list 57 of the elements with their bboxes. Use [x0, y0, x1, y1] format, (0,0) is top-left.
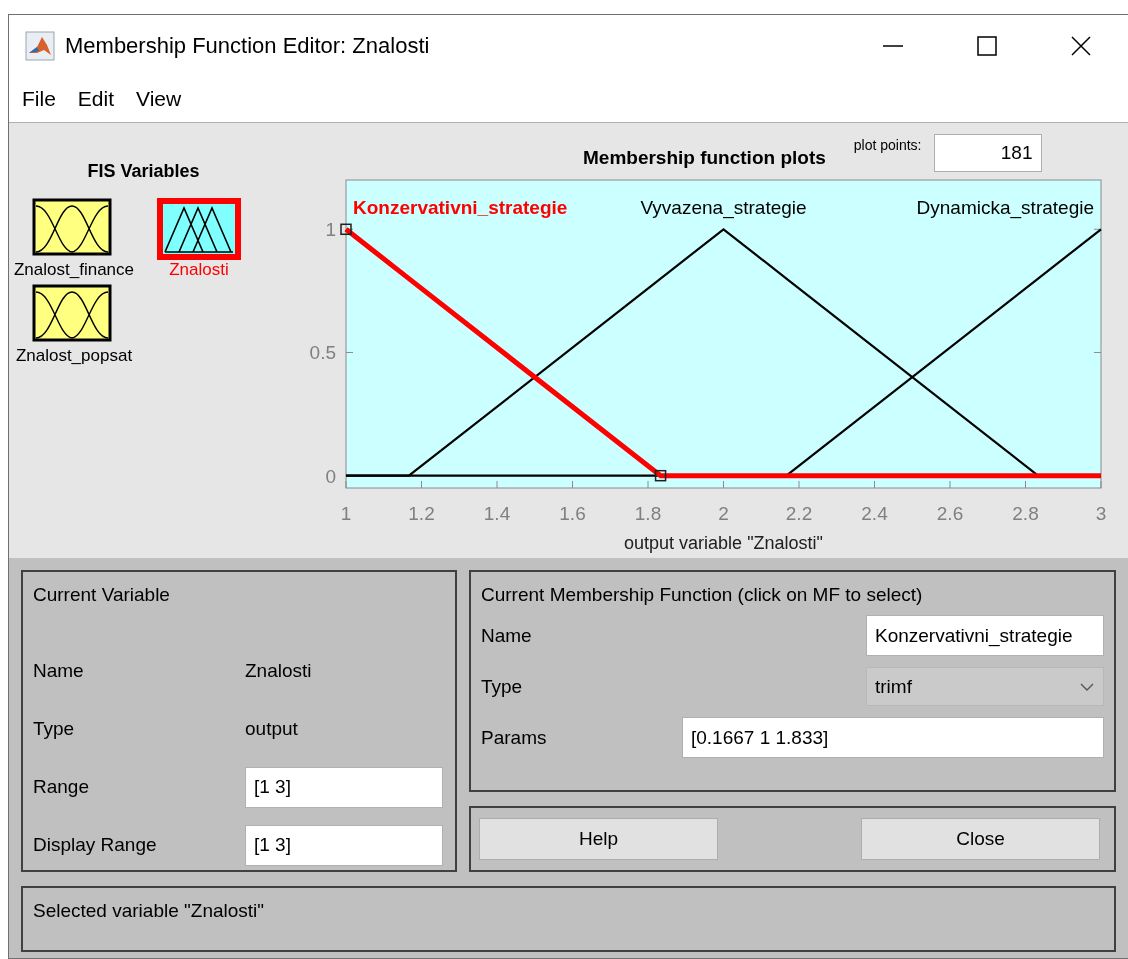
membership-curves[interactable] — [344, 227, 1102, 479]
x-tick-label: 1 — [340, 503, 352, 524]
membership-function-label[interactable]: Vyvazena_strategie — [640, 197, 807, 218]
plot-points-field[interactable]: 181 — [933, 134, 1042, 172]
field-label: Params — [481, 726, 547, 749]
panel-title: Current Variable — [33, 584, 171, 606]
membership-function-label[interactable]: Dynamicka_strategie — [916, 197, 1094, 218]
x-tick-label: 1.8 — [634, 503, 662, 524]
close-icon — [1070, 34, 1092, 57]
variable-name-value: Znalosti — [245, 660, 313, 682]
x-axis-label: output variable "Znalosti" — [624, 533, 823, 553]
variable-tile[interactable] — [157, 198, 241, 260]
variable-type-value: output — [245, 718, 299, 740]
vertex-handle[interactable] — [340, 223, 352, 236]
y-tick-label: 1 — [325, 219, 336, 241]
dialog-button[interactable]: Close — [861, 818, 1100, 860]
x-tick-label: 2.8 — [1012, 503, 1039, 524]
minimize-icon — [883, 44, 903, 47]
app-icon — [25, 30, 55, 61]
section-title: FIS Variables — [86, 161, 201, 182]
window-title: Membership Function Editor: Znalosti — [65, 32, 430, 59]
x-tick-label: 2.4 — [861, 503, 888, 524]
x-tick-label: 1.6 — [559, 503, 586, 524]
menu-item[interactable]: Edit — [68, 83, 124, 116]
type-dropdown[interactable]: trimf — [866, 667, 1104, 706]
variable-name: Znalost_popsat — [15, 346, 133, 366]
dialog-button[interactable]: Help — [479, 818, 718, 860]
y-tick-label: 0.5 — [309, 342, 336, 364]
y-tick-label: 0 — [325, 465, 336, 487]
plot-points-label: plot points: — [853, 137, 922, 153]
x-tick-label: 2.6 — [936, 503, 964, 524]
menu-item[interactable]: View — [127, 83, 191, 116]
membership-function-label[interactable]: Konzervativni_strategie — [353, 197, 568, 218]
status-message: Selected variable "Znalosti" — [33, 900, 265, 921]
field-label: Name — [481, 624, 532, 647]
name-field[interactable]: Konzervativni_strategie — [866, 615, 1104, 656]
vertex-handle[interactable] — [654, 469, 667, 482]
menu-item[interactable]: File — [13, 83, 65, 116]
x-tick-label: 2.2 — [785, 503, 813, 524]
field-label: Name — [33, 660, 85, 682]
x-tick-label: 1.4 — [483, 503, 511, 524]
chart-title: Membership function plots — [583, 147, 826, 169]
field-label: Type — [33, 718, 76, 740]
variable-name: Znalosti — [169, 260, 229, 280]
chevron-down-icon — [1079, 681, 1095, 692]
field-label: Range — [33, 776, 90, 798]
x-tick-label: 1.2 — [408, 503, 435, 524]
field-label: Type — [481, 675, 523, 698]
variable-name: Znalost_finance — [14, 260, 134, 280]
range-field[interactable]: [1 3] — [245, 766, 443, 808]
maximize-icon — [976, 34, 998, 57]
x-tick-label: 3 — [1095, 503, 1107, 524]
field-label: Display Range — [33, 834, 158, 856]
params-field[interactable]: [0.1667 1 1.833] — [682, 717, 1104, 758]
display-range-field[interactable]: [1 3] — [245, 824, 443, 866]
x-tick-label: 2 — [718, 503, 729, 524]
panel-title: Current Membership Function (click on MF to select) — [481, 584, 923, 606]
